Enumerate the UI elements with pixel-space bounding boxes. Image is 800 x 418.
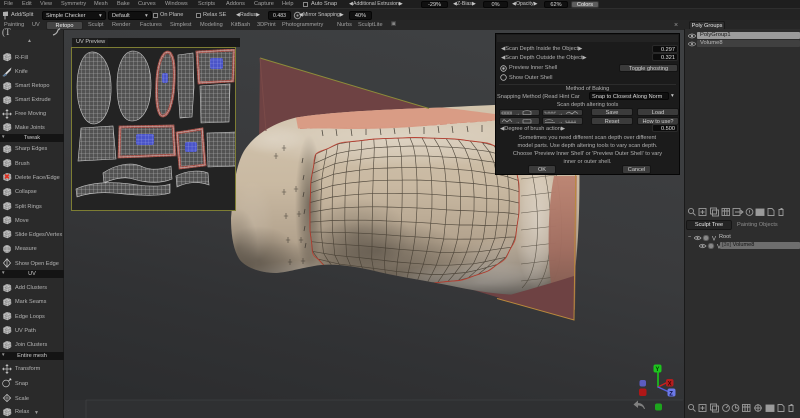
svg-text:→: →	[515, 119, 520, 125]
svg-text:V: V	[712, 236, 716, 241]
svg-text:Z: Z	[669, 391, 673, 397]
svg-text:→: →	[515, 111, 520, 117]
svg-text:Y: Y	[655, 367, 659, 373]
svg-text:X: X	[668, 382, 672, 388]
svg-text:→: →	[558, 111, 563, 117]
svg-text:→: →	[558, 119, 563, 125]
